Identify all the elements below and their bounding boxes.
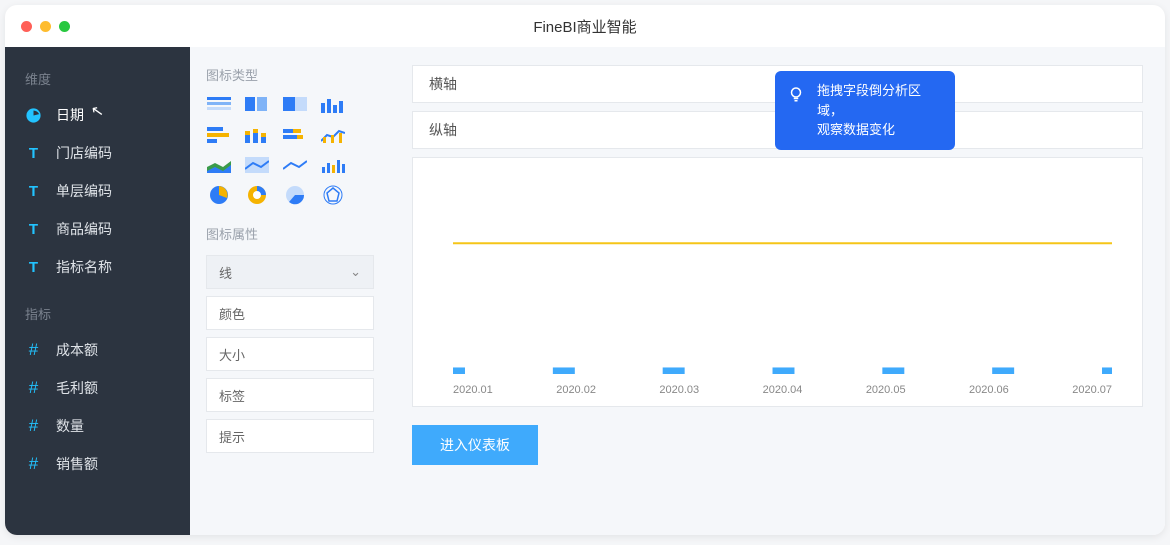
metric-item[interactable]: # 毛利额 [5,369,190,407]
chart-type-grid [206,96,374,204]
line-chart [453,204,1112,374]
chart-type-option[interactable] [320,126,346,144]
titlebar: FineBI商业智能 [5,5,1165,47]
x-tick-label: 2020.05 [866,384,906,396]
x-tick-label: 2020.01 [453,384,493,396]
chart-type-option[interactable] [320,186,346,204]
chart-type-option[interactable] [282,126,308,144]
chevron-down-icon: ⌄ [350,264,361,280]
chart-type-option[interactable] [320,156,346,174]
chart-prop-dropzone[interactable]: 大小 [206,337,374,371]
chart-type-option[interactable] [282,186,308,204]
metric-label: 毛利额 [56,378,98,398]
chart-props-header: 图标属性 [206,224,374,243]
x-axis-labels: 2020.01 2020.02 2020.03 2020.04 2020.05 2020.… [453,384,1112,396]
chart-type-option[interactable] [244,156,270,174]
chart-canvas: 2020.01 2020.02 2020.03 2020.04 2020.05 2020.… [412,157,1143,407]
metric-label: 成本额 [56,340,98,360]
chart-type-option[interactable] [244,186,270,204]
dimension-item[interactable]: T 门店编码 [5,134,190,172]
metric-label: 数量 [56,416,84,436]
dimensions-header: 维度 [5,65,190,96]
chart-prop-dropzone[interactable]: 提示 [206,419,374,453]
chart-type-option[interactable] [282,156,308,174]
dimension-item[interactable]: 日期 ↖ [5,96,190,134]
x-tick-label: 2020.04 [763,384,803,396]
metric-item[interactable]: # 销售额 [5,445,190,483]
dimension-label: 商品编码 [56,219,112,239]
dimension-label: 指标名称 [56,257,112,277]
hash-icon: # [25,456,42,473]
enter-dashboard-button[interactable]: 进入仪表板 [412,425,538,465]
chart-type-option[interactable] [206,96,232,114]
text-icon: T [25,145,42,162]
x-tick-label: 2020.06 [969,384,1009,396]
clock-icon [25,107,42,124]
cursor-icon: ↖ [90,101,106,121]
chart-style-dropdown[interactable]: 线 ⌄ [206,255,374,289]
chart-type-option[interactable] [282,96,308,114]
chart-prop-dropzone[interactable]: 颜色 [206,296,374,330]
chart-type-option[interactable] [244,96,270,114]
config-panel: 图标类型 图标属性 线 ⌄ 颜色大小标签提示 [190,47,390,535]
app-title: FineBI商业智能 [5,16,1165,37]
chart-prop-dropzone[interactable]: 标签 [206,378,374,412]
chart-type-option[interactable] [320,96,346,114]
hint-tooltip: 拖拽字段倒分析区域， 观察数据变化 [775,71,955,150]
dropdown-value: 线 [219,263,232,282]
hash-icon: # [25,380,42,397]
sidebar: 维度 日期 ↖ T 门店编码 T 单层编码 T 商品编码 T 指标名称 指标 # 成本额 # 毛利额 # 数… [5,47,190,535]
hash-icon: # [25,342,42,359]
chart-type-option[interactable] [206,156,232,174]
metrics-header: 指标 [5,300,190,331]
hash-icon: # [25,418,42,435]
x-tick-label: 2020.02 [556,384,596,396]
chart-type-option[interactable] [206,126,232,144]
x-tick-label: 2020.07 [1072,384,1112,396]
x-tick-label: 2020.03 [659,384,699,396]
dimension-item[interactable]: T 商品编码 [5,210,190,248]
chart-type-header: 图标类型 [206,65,374,84]
chart-type-option[interactable] [206,186,232,204]
text-icon: T [25,183,42,200]
text-icon: T [25,259,42,276]
dimension-item[interactable]: T 单层编码 [5,172,190,210]
text-icon: T [25,221,42,238]
app-window: FineBI商业智能 维度 日期 ↖ T 门店编码 T 单层编码 T 商品编码 T 指标名称 指标… [5,5,1165,535]
lightbulb-icon [787,85,805,103]
main-area: 横轴 纵轴 拖拽字段倒分析区域， 观察数据变化 2020.012020.0220… [390,47,1165,535]
dimension-label: 门店编码 [56,143,112,163]
metric-label: 销售额 [56,454,98,474]
chart-type-option[interactable] [244,126,270,144]
dimension-label: 单层编码 [56,181,112,201]
dimension-item[interactable]: T 指标名称 [5,248,190,286]
metric-item[interactable]: # 成本额 [5,331,190,369]
metric-item[interactable]: # 数量 [5,407,190,445]
app-body: 维度 日期 ↖ T 门店编码 T 单层编码 T 商品编码 T 指标名称 指标 # 成本额 # 毛利额 # 数… [5,47,1165,535]
dimension-label: 日期 [56,105,84,125]
